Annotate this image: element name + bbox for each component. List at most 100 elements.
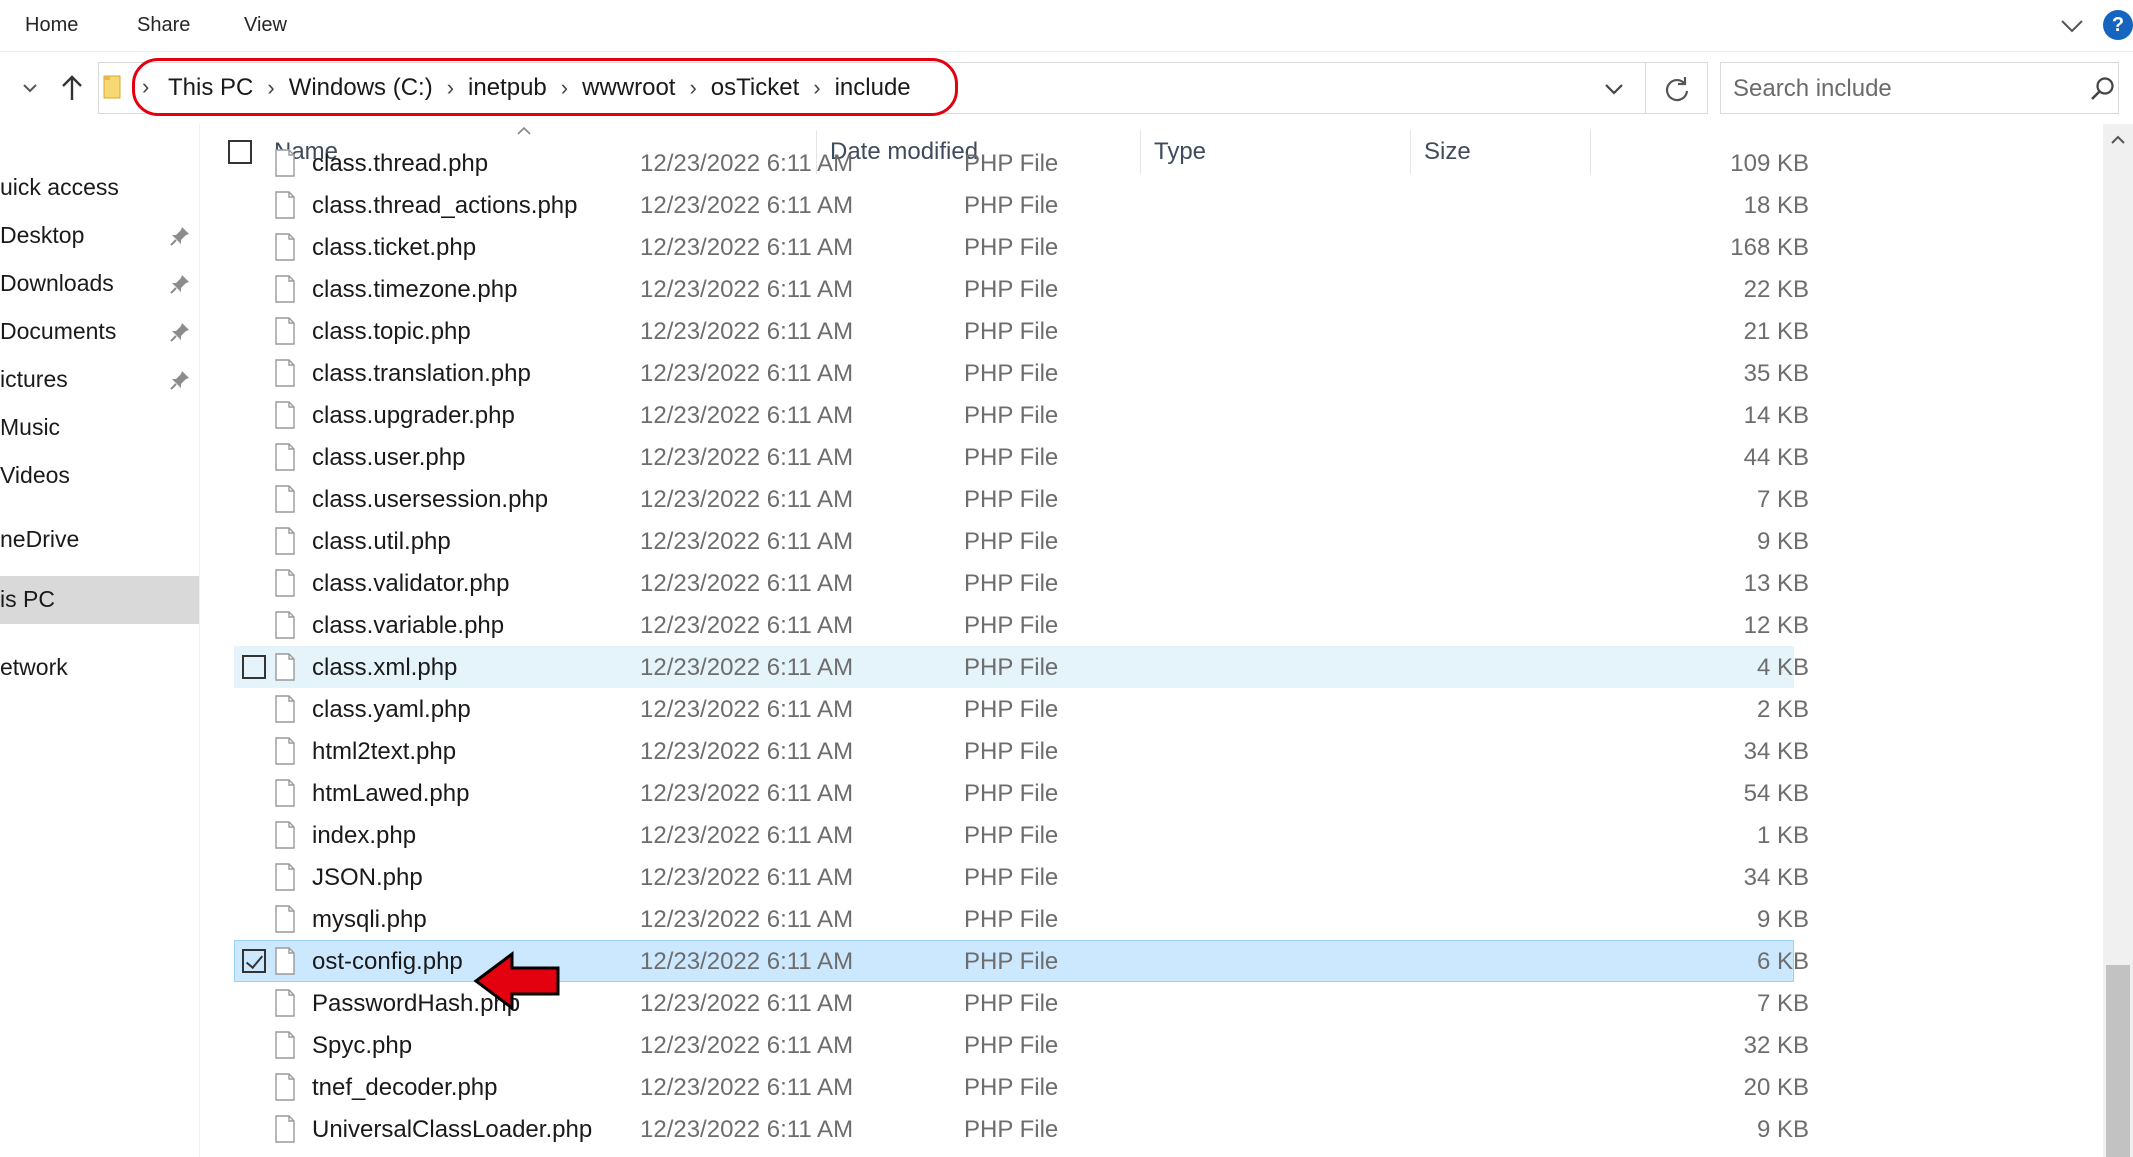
- file-size: 4 KB: [1756, 654, 1809, 681]
- row-checkbox[interactable]: [242, 949, 266, 973]
- file-size: 1 KB: [1756, 822, 1809, 849]
- recent-locations-chevron-icon[interactable]: [12, 70, 48, 106]
- table-row[interactable]: class.ticket.php 12/23/2022 6:11 AM PHP …: [234, 226, 1809, 268]
- breadcrumb-chevron-icon[interactable]: ›: [689, 75, 696, 101]
- table-row[interactable]: class.translation.php 12/23/2022 6:11 AM…: [234, 352, 1809, 394]
- file-size: 168 KB: [1730, 234, 1809, 261]
- table-row[interactable]: JSON.php 12/23/2022 6:11 AM PHP File 34 …: [234, 856, 1809, 898]
- table-row[interactable]: class.user.php 12/23/2022 6:11 AM PHP Fi…: [234, 436, 1809, 478]
- file-name: class.upgrader.php: [312, 402, 515, 429]
- row-checkbox[interactable]: [242, 655, 266, 679]
- sidebar-item-downloads[interactable]: Downloads: [0, 262, 199, 306]
- ribbon-tab-home[interactable]: Home: [25, 14, 78, 37]
- search-icon[interactable]: [2088, 74, 2118, 104]
- sidebar-item-network[interactable]: etwork: [0, 646, 199, 690]
- table-row[interactable]: class.variable.php 12/23/2022 6:11 AM PH…: [234, 604, 1809, 646]
- table-row[interactable]: mysqli.php 12/23/2022 6:11 AM PHP File 9…: [234, 898, 1809, 940]
- sidebar-item-pictures[interactable]: ictures: [0, 358, 199, 402]
- table-row[interactable]: class.validator.php 12/23/2022 6:11 AM P…: [234, 562, 1809, 604]
- file-type: PHP File: [964, 486, 1059, 513]
- sidebar-item-desktop[interactable]: Desktop: [0, 214, 199, 258]
- file-icon: [275, 275, 295, 303]
- table-row[interactable]: index.php 12/23/2022 6:11 AM PHP File 1 …: [234, 814, 1809, 856]
- file-type: PHP File: [964, 738, 1059, 765]
- refresh-icon[interactable]: [1660, 72, 1694, 106]
- file-icon: [275, 1031, 295, 1059]
- file-size: 54 KB: [1743, 780, 1809, 807]
- table-row-selected[interactable]: ost-config.php 12/23/2022 6:11 AM PHP Fi…: [234, 940, 1809, 982]
- sidebar-item-onedrive[interactable]: neDrive: [0, 518, 199, 562]
- table-row[interactable]: html2text.php 12/23/2022 6:11 AM PHP Fil…: [234, 730, 1809, 772]
- file-name: JSON.php: [312, 864, 423, 891]
- file-name: class.usersession.php: [312, 486, 549, 513]
- file-date-modified: 12/23/2022 6:11 AM: [640, 864, 854, 891]
- help-button[interactable]: ?: [2103, 10, 2133, 40]
- file-size: 9 KB: [1756, 906, 1809, 933]
- file-type: PHP File: [964, 696, 1059, 723]
- table-row[interactable]: class.xml.php 12/23/2022 6:11 AM PHP Fil…: [234, 646, 1809, 688]
- sidebar-item-quick-access[interactable]: uick access: [0, 166, 199, 210]
- file-name: class.validator.php: [312, 570, 510, 597]
- file-name: class.thread_actions.php: [312, 192, 578, 219]
- table-row[interactable]: class.upgrader.php 12/23/2022 6:11 AM PH…: [234, 394, 1809, 436]
- ribbon-tab-view[interactable]: View: [244, 14, 287, 37]
- file-icon: [275, 653, 295, 681]
- table-row[interactable]: class.usersession.php 12/23/2022 6:11 AM…: [234, 478, 1809, 520]
- table-row[interactable]: UniversalClassLoader.php 12/23/2022 6:11…: [234, 1108, 1809, 1150]
- table-row[interactable]: class.topic.php 12/23/2022 6:11 AM PHP F…: [234, 310, 1809, 352]
- file-name: ost-config.php: [312, 948, 463, 975]
- sidebar-item-music[interactable]: Music: [0, 406, 199, 450]
- breadcrumb-chevron-icon[interactable]: ›: [267, 75, 274, 101]
- file-date-modified: 12/23/2022 6:11 AM: [640, 360, 854, 387]
- file-icon: [275, 737, 295, 765]
- breadcrumb-chevron-icon[interactable]: ›: [813, 75, 820, 101]
- breadcrumb-inetpub[interactable]: inetpub: [468, 74, 547, 102]
- address-dropdown-chevron-icon[interactable]: [1597, 74, 1631, 104]
- file-date-modified: 12/23/2022 6:11 AM: [640, 402, 854, 429]
- header-mask: [210, 124, 2100, 164]
- breadcrumb-osticket[interactable]: osTicket: [711, 74, 799, 102]
- sidebar-item-documents[interactable]: Documents: [0, 310, 199, 354]
- file-type: PHP File: [964, 906, 1059, 933]
- file-icon: [275, 359, 295, 387]
- file-size: 7 KB: [1756, 486, 1809, 513]
- search-input[interactable]: [1733, 74, 2053, 104]
- sidebar-item-this-pc[interactable]: is PC: [0, 576, 199, 624]
- table-row[interactable]: class.thread_actions.php 12/23/2022 6:11…: [234, 184, 1809, 226]
- file-size: 32 KB: [1743, 1032, 1809, 1059]
- ribbon-tab-share[interactable]: Share: [137, 14, 190, 37]
- table-row[interactable]: Spyc.php 12/23/2022 6:11 AM PHP File 32 …: [234, 1024, 1809, 1066]
- file-date-modified: 12/23/2022 6:11 AM: [640, 486, 854, 513]
- file-size: 21 KB: [1743, 318, 1809, 345]
- table-row[interactable]: tnef_decoder.php 12/23/2022 6:11 AM PHP …: [234, 1066, 1809, 1108]
- scroll-up-chevron-icon[interactable]: [2108, 132, 2128, 148]
- file-type: PHP File: [964, 822, 1059, 849]
- file-date-modified: 12/23/2022 6:11 AM: [640, 318, 854, 345]
- file-name: htmLawed.php: [312, 780, 470, 807]
- file-date-modified: 12/23/2022 6:11 AM: [640, 1074, 854, 1101]
- expand-ribbon-chevron-icon[interactable]: [2058, 12, 2086, 40]
- table-row[interactable]: class.timezone.php 12/23/2022 6:11 AM PH…: [234, 268, 1809, 310]
- breadcrumb-chevron-icon[interactable]: ›: [561, 75, 568, 101]
- file-name: class.topic.php: [312, 318, 471, 345]
- table-row[interactable]: class.util.php 12/23/2022 6:11 AM PHP Fi…: [234, 520, 1809, 562]
- sidebar-item-videos[interactable]: Videos: [0, 454, 199, 498]
- breadcrumb-wwwroot[interactable]: wwwroot: [582, 74, 675, 102]
- breadcrumb-this-pc[interactable]: This PC: [168, 74, 253, 102]
- table-row[interactable]: class.yaml.php 12/23/2022 6:11 AM PHP Fi…: [234, 688, 1809, 730]
- breadcrumb-include[interactable]: include: [835, 74, 911, 102]
- file-name: class.xml.php: [312, 654, 458, 681]
- file-icon: [275, 317, 295, 345]
- file-size: 9 KB: [1756, 1116, 1809, 1143]
- breadcrumb-root-chevron-icon[interactable]: ›: [142, 74, 149, 100]
- file-type: PHP File: [964, 1074, 1059, 1101]
- scrollbar-thumb[interactable]: [2106, 965, 2130, 1157]
- breadcrumb-chevron-icon[interactable]: ›: [447, 75, 454, 101]
- file-type: PHP File: [964, 402, 1059, 429]
- file-name: class.user.php: [312, 444, 466, 471]
- up-arrow-icon[interactable]: [54, 70, 90, 106]
- table-row[interactable]: PasswordHash.php 12/23/2022 6:11 AM PHP …: [234, 982, 1809, 1024]
- breadcrumb-windows-c[interactable]: Windows (C:): [289, 74, 433, 102]
- table-row[interactable]: htmLawed.php 12/23/2022 6:11 AM PHP File…: [234, 772, 1809, 814]
- sidebar-item-label: Downloads: [0, 270, 114, 296]
